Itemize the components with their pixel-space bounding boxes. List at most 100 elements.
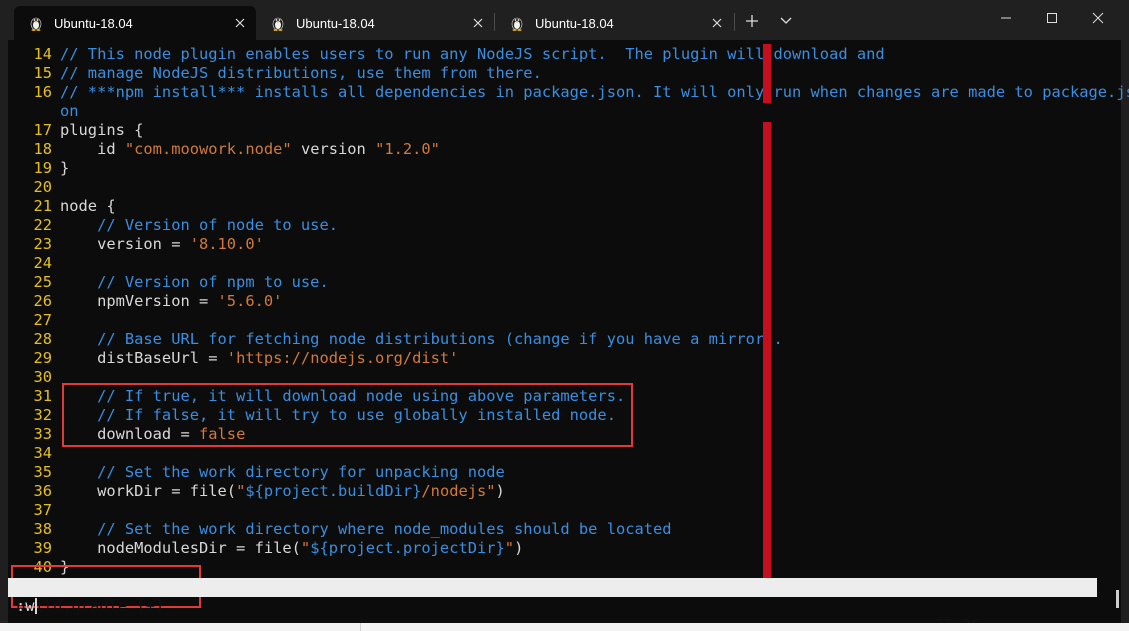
line-number: 14 bbox=[33, 45, 52, 63]
line-number: 20 bbox=[33, 178, 52, 196]
code-line: 29 distBaseUrl = 'https://nodejs.org/dis… bbox=[8, 349, 458, 368]
code-line: 20 bbox=[8, 178, 60, 197]
terminal-pane[interactable]: 14 // This node plugin enables users to r… bbox=[8, 40, 1129, 631]
close-icon[interactable] bbox=[232, 15, 248, 31]
line-number: 30 bbox=[33, 368, 52, 386]
code-line: 28 // Base URL for fetching node distrib… bbox=[8, 330, 782, 349]
close-icon[interactable] bbox=[709, 15, 725, 31]
close-icon[interactable] bbox=[470, 15, 486, 31]
tux-icon bbox=[272, 17, 284, 31]
text-cursor bbox=[34, 598, 37, 614]
code-line: 17 plugins { bbox=[8, 121, 143, 140]
code-line: 36 workDir = file("${project.buildDir}/n… bbox=[8, 482, 505, 501]
maximize-button[interactable] bbox=[1029, 0, 1075, 36]
line-number: 33 bbox=[33, 425, 52, 443]
line-number: 22 bbox=[33, 216, 52, 234]
maximize-icon bbox=[1047, 13, 1057, 23]
tab-3[interactable]: Ubuntu-18.04 bbox=[495, 6, 733, 40]
background-divider bbox=[360, 623, 361, 631]
minimize-icon bbox=[1001, 17, 1011, 19]
status-file-name: build.gradle [+] bbox=[16, 597, 165, 615]
code-token: // Set the work directory for unpacking … bbox=[60, 463, 505, 481]
scrollbar-thumb[interactable] bbox=[1116, 590, 1119, 608]
code-token: /nodejs" bbox=[421, 482, 496, 500]
title-bar: Ubuntu-18.04 Ubuntu-18.04 Ubuntu-18.04 bbox=[0, 0, 1129, 40]
code-line: 30 bbox=[8, 368, 60, 387]
line-number: 17 bbox=[33, 121, 52, 139]
line-number: 29 bbox=[33, 349, 52, 367]
close-icon bbox=[1092, 12, 1104, 24]
minimize-button[interactable] bbox=[983, 0, 1029, 36]
code-token: } bbox=[60, 159, 70, 177]
code-line: on bbox=[8, 102, 79, 121]
annotation-box-download-setting bbox=[62, 383, 633, 447]
tux-icon bbox=[511, 17, 523, 31]
code-line: 39 nodeModulesDir = file("${project.proj… bbox=[8, 539, 523, 558]
line-number: 39 bbox=[33, 539, 52, 557]
code-line: 14 // This node plugin enables users to r… bbox=[8, 45, 884, 64]
line-number: 28 bbox=[33, 330, 52, 348]
code-line: 19} bbox=[8, 159, 69, 178]
tab-dropdown-button[interactable] bbox=[773, 8, 799, 34]
line-number: 31 bbox=[33, 387, 52, 405]
line-number: 21 bbox=[33, 197, 52, 215]
code-token: 'https://nodejs.org/dist' bbox=[226, 349, 459, 367]
code-line: 24 bbox=[8, 254, 60, 273]
command-line[interactable]: :w bbox=[16, 597, 37, 616]
close-window-button[interactable] bbox=[1075, 0, 1121, 36]
tab-label: Ubuntu-18.04 bbox=[296, 15, 375, 31]
code-line: 25 // Version of npm to use. bbox=[8, 273, 329, 292]
new-tab-button[interactable] bbox=[739, 8, 765, 34]
code-token: " bbox=[236, 482, 246, 500]
code-token: " bbox=[504, 539, 515, 557]
code-token: // Version of npm to use. bbox=[60, 273, 329, 291]
code-token: // ***npm install*** installs all depend… bbox=[60, 83, 1129, 101]
chevron-down-icon bbox=[780, 17, 792, 24]
tab-separator bbox=[734, 13, 735, 31]
line-number: 19 bbox=[33, 159, 52, 177]
background-window bbox=[0, 623, 1129, 631]
code-token: ${project.projectDir} bbox=[310, 539, 505, 557]
code-line: 23 version = '8.10.0' bbox=[8, 235, 264, 254]
code-line: 38 // Set the work directory where node_… bbox=[8, 520, 672, 539]
line-number: 26 bbox=[33, 292, 52, 310]
code-token: '8.10.0' bbox=[189, 235, 264, 253]
color-column-marker bbox=[763, 122, 771, 578]
code-line: 15 // manage NodeJS distributions, use th… bbox=[8, 64, 542, 83]
code-line: 37 bbox=[8, 501, 60, 520]
line-number: 34 bbox=[33, 444, 52, 462]
line-number: 23 bbox=[33, 235, 52, 253]
tux-icon bbox=[30, 17, 42, 31]
tab-2[interactable]: Ubuntu-18.04 bbox=[256, 6, 494, 40]
command-text: :w bbox=[16, 597, 35, 615]
code-token: nodeModulesDir = file( bbox=[60, 539, 301, 557]
line-number: 15 bbox=[33, 64, 52, 82]
code-line: 16 // ***npm install*** installs all depe… bbox=[8, 83, 1129, 102]
line-number: 16 bbox=[33, 83, 52, 101]
code-token: workDir = file( bbox=[60, 482, 237, 500]
code-token: version bbox=[291, 140, 376, 158]
code-token: // Set the work directory where node_mod… bbox=[60, 520, 672, 538]
code-token: id bbox=[60, 140, 125, 158]
tab-label: Ubuntu-18.04 bbox=[54, 15, 133, 31]
code-line: 22 // Version of node to use. bbox=[8, 216, 338, 235]
code-line: 21 node { bbox=[8, 197, 115, 216]
code-line: 18 id "com.moowork.node" version "1.2.0" bbox=[8, 140, 440, 159]
code-token: ) bbox=[514, 539, 524, 557]
code-line: 35 // Set the work directory for unpacki… bbox=[8, 463, 505, 482]
line-number: 37 bbox=[33, 501, 52, 519]
code-token: // manage NodeJS distributions, use them… bbox=[60, 64, 542, 82]
code-token: '5.6.0' bbox=[217, 292, 283, 310]
plus-icon bbox=[746, 15, 758, 27]
tab-1[interactable]: Ubuntu-18.04 bbox=[14, 6, 256, 40]
code-token: on bbox=[60, 102, 79, 120]
code-token: npmVersion = bbox=[60, 292, 218, 310]
code-line: 26 npmVersion = '5.6.0' bbox=[8, 292, 282, 311]
line-number: 24 bbox=[33, 254, 52, 272]
status-line: build.gradle [+] 33,20 7% bbox=[8, 578, 1097, 631]
code-token: " bbox=[300, 539, 311, 557]
code-token: ) bbox=[495, 482, 505, 500]
code-line: 34 bbox=[8, 444, 60, 463]
line-number: 32 bbox=[33, 406, 52, 424]
line-number: 27 bbox=[33, 311, 52, 329]
